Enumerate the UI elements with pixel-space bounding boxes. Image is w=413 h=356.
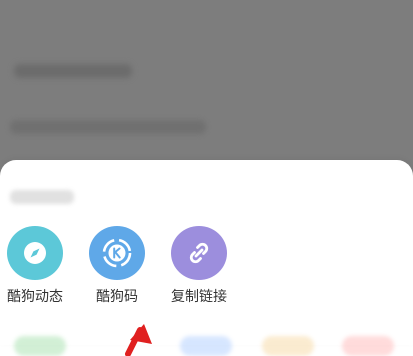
share-sheet: 酷狗动态 酷狗码 复制链接 xyxy=(0,160,413,345)
next-row-icon[interactable] xyxy=(180,336,232,356)
share-sheet-title-blurred xyxy=(10,190,74,204)
share-kugou-dynamic-button[interactable]: 酷狗动态 xyxy=(0,226,74,306)
blurred-content-line xyxy=(10,120,206,134)
compass-icon xyxy=(7,226,63,280)
share-item-label: 复制链接 xyxy=(171,289,227,305)
next-row-icons xyxy=(0,332,413,356)
share-item-label: 酷狗码 xyxy=(96,289,138,305)
blurred-content-line xyxy=(14,64,132,78)
share-item-label: 酷狗动态 xyxy=(7,289,63,305)
red-arrow-annotation xyxy=(125,324,152,356)
share-kugou-code-button[interactable]: 酷狗码 xyxy=(78,226,156,306)
kugou-code-icon xyxy=(89,226,145,280)
next-row-icon[interactable] xyxy=(262,336,314,356)
link-icon xyxy=(171,226,227,280)
copy-link-button[interactable]: 复制链接 xyxy=(160,226,238,306)
next-row-icon[interactable] xyxy=(342,336,394,356)
next-row-icon[interactable] xyxy=(14,336,66,356)
